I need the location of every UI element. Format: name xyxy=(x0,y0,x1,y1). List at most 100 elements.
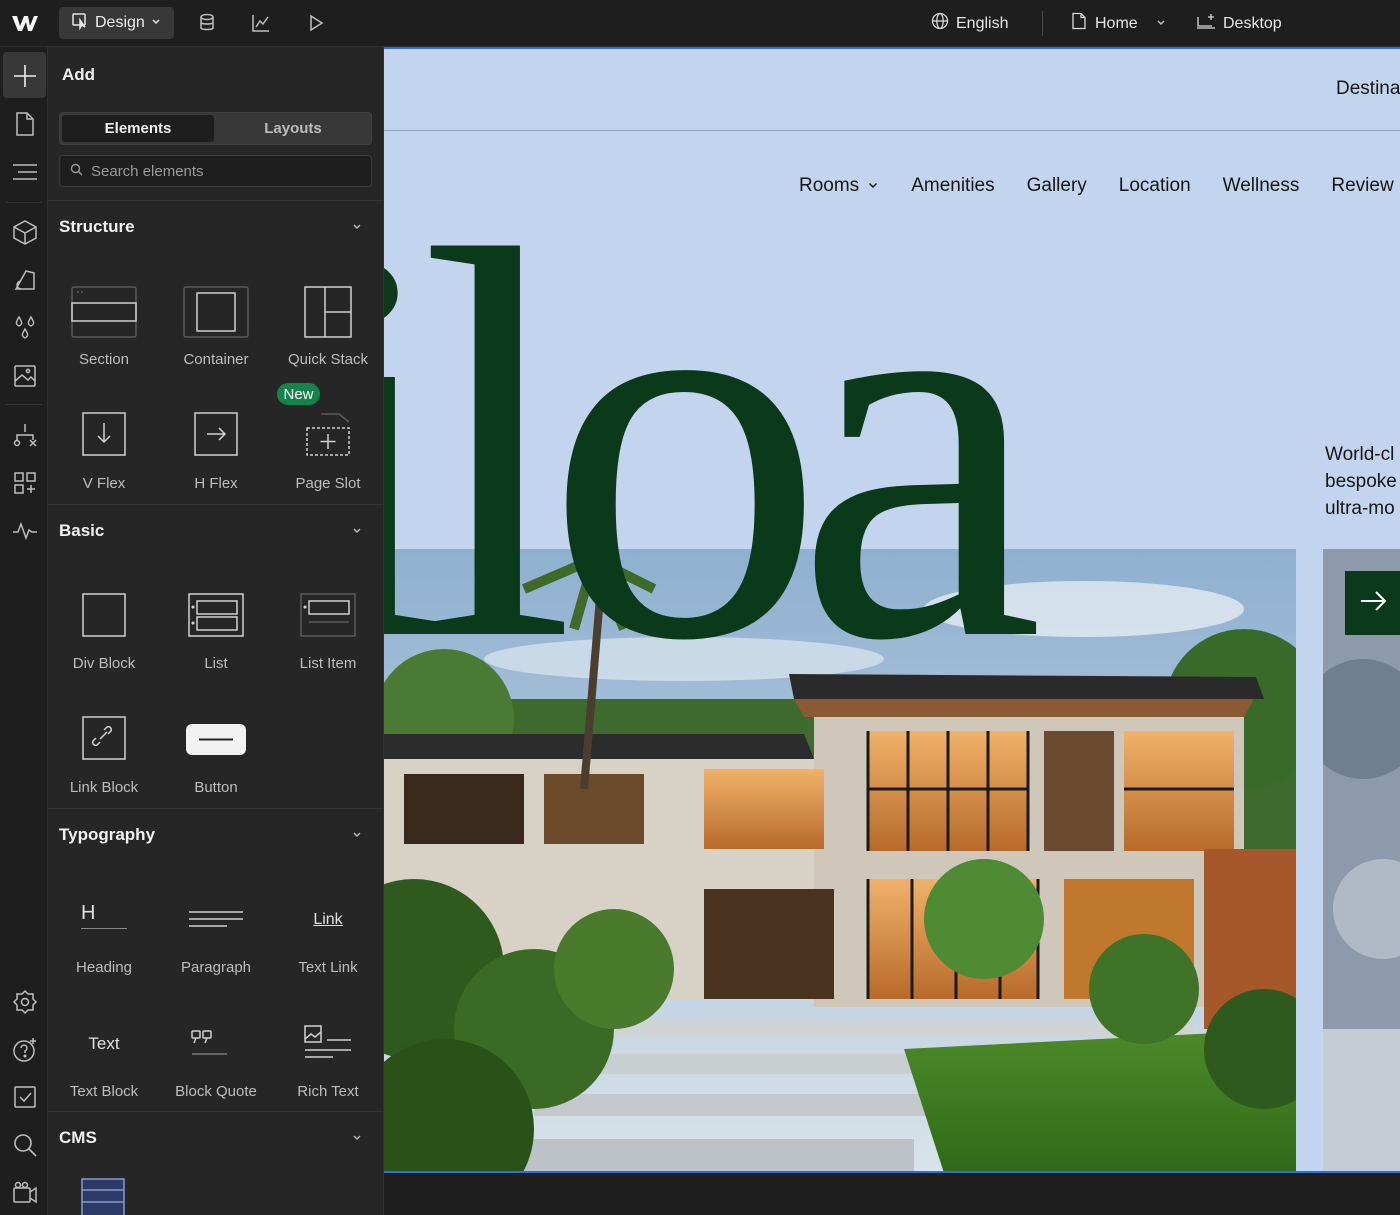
element-container[interactable]: Container xyxy=(160,259,272,383)
list-icon xyxy=(181,585,251,647)
tab-layouts[interactable]: Layouts xyxy=(216,115,370,142)
search-input[interactable] xyxy=(91,162,361,180)
settings-gear-icon[interactable] xyxy=(12,989,38,1015)
search-icon[interactable] xyxy=(12,1132,38,1158)
nav-item-location[interactable]: Location xyxy=(1119,175,1191,197)
element-link-block[interactable]: Link Block xyxy=(48,687,160,811)
list-item-icon xyxy=(293,585,363,647)
preview-play-icon[interactable] xyxy=(305,12,327,34)
webflow-logo-icon[interactable] xyxy=(11,12,39,34)
element-quick-stack[interactable]: Quick Stack xyxy=(272,259,384,383)
language-selector[interactable]: English xyxy=(931,12,1008,35)
hero-wordmark-text: iloa xyxy=(384,136,1040,649)
chevron-down-icon xyxy=(1156,15,1166,33)
element-label: List Item xyxy=(299,655,357,672)
section-cms-header[interactable]: CMS xyxy=(48,1111,384,1163)
element-label: Container xyxy=(183,351,249,368)
globe-icon xyxy=(931,12,949,35)
element-list-item[interactable]: List Item xyxy=(272,563,384,687)
element-label: Heading xyxy=(76,959,132,976)
cursor-select-icon xyxy=(71,12,89,35)
search-box xyxy=(59,155,372,187)
element-heading[interactable]: H Heading xyxy=(48,867,160,991)
add-plus-icon[interactable] xyxy=(12,63,38,89)
secondary-photo xyxy=(1323,549,1400,1171)
desktop-icon xyxy=(1196,12,1216,35)
element-label: V Flex xyxy=(82,475,126,492)
section-typography-header[interactable]: Typography xyxy=(48,808,384,860)
element-label: Text Block xyxy=(69,1083,139,1100)
nav-item-reviews[interactable]: Review xyxy=(1331,175,1393,197)
breakpoint-selector[interactable]: Desktop xyxy=(1196,12,1282,35)
add-panel: Add Elements Layouts Structure Section C… xyxy=(48,47,384,1215)
element-label: Link Block xyxy=(69,779,139,796)
left-toolbar xyxy=(0,47,48,1215)
navigator-icon[interactable] xyxy=(12,159,38,185)
divider xyxy=(6,404,42,405)
element-label: Quick Stack xyxy=(287,351,369,368)
element-list[interactable]: List xyxy=(160,563,272,687)
next-slide-button[interactable] xyxy=(1345,571,1400,635)
search-icon xyxy=(70,163,83,180)
element-paragraph[interactable]: Paragraph xyxy=(160,867,272,991)
text-block-icon: Text xyxy=(69,1013,139,1075)
section-title: Basic xyxy=(59,521,105,540)
design-mode-button[interactable]: Design xyxy=(59,7,174,39)
assets-image-icon[interactable] xyxy=(12,363,38,389)
panel-title: Add xyxy=(62,65,96,84)
variables-drops-icon[interactable] xyxy=(12,315,38,341)
text-line: World-cl xyxy=(1325,444,1395,465)
paragraph-icon xyxy=(181,889,251,951)
element-label: List xyxy=(204,655,228,672)
element-label: Rich Text xyxy=(297,1083,359,1100)
apps-grid-icon[interactable] xyxy=(12,470,38,496)
site-top-link[interactable]: Destina xyxy=(1336,78,1400,100)
section-basic-header[interactable]: Basic xyxy=(48,504,384,556)
analytics-icon[interactable] xyxy=(250,12,272,34)
new-badge: New xyxy=(277,383,320,405)
page-label: Home xyxy=(1095,14,1138,32)
hero-description: World-cl bespoke ultra-mo xyxy=(1325,441,1397,522)
element-block-quote[interactable]: Block Quote xyxy=(160,991,272,1115)
section-title: CMS xyxy=(59,1128,97,1147)
element-label: Section xyxy=(78,351,130,368)
tab-elements[interactable]: Elements xyxy=(62,115,214,142)
design-canvas[interactable]: Destina Rooms Amenities Gallery Location… xyxy=(384,47,1400,1215)
element-label: Block Quote xyxy=(175,1083,257,1100)
element-button[interactable]: Button xyxy=(160,687,272,811)
element-text-block[interactable]: Text Text Block xyxy=(48,991,160,1115)
webflow-designer: Design English Home Desktop Add Elements… xyxy=(0,0,1400,1215)
activity-pulse-icon[interactable] xyxy=(12,518,38,544)
arrow-right-icon xyxy=(1358,586,1388,621)
element-section[interactable]: Section xyxy=(48,259,160,383)
page-icon xyxy=(1071,12,1087,35)
element-rich-text[interactable]: Rich Text xyxy=(272,991,384,1115)
database-icon[interactable] xyxy=(196,12,218,34)
section-title: Typography xyxy=(59,825,156,844)
element-v-flex[interactable]: V Flex xyxy=(48,383,160,507)
container-icon xyxy=(181,281,251,343)
element-h-flex[interactable]: H Flex xyxy=(160,383,272,507)
style-selectors-icon[interactable] xyxy=(12,267,38,293)
heading-icon: H xyxy=(69,889,139,951)
help-question-icon[interactable] xyxy=(12,1037,38,1063)
mode-label: Design xyxy=(95,14,145,31)
nav-item-wellness[interactable]: Wellness xyxy=(1223,175,1300,197)
text-link-icon: Link xyxy=(293,889,363,951)
chevron-down-icon xyxy=(350,1130,364,1144)
chevron-down-icon xyxy=(350,523,364,537)
page-selector[interactable]: Home xyxy=(1071,12,1166,35)
element-div-block[interactable]: Div Block xyxy=(48,563,160,687)
video-tutorial-icon[interactable] xyxy=(12,1180,38,1206)
element-text-link[interactable]: Link Text Link xyxy=(272,867,384,991)
collection-list-icon[interactable] xyxy=(81,1178,125,1215)
quote-icon xyxy=(181,1013,251,1075)
section-title: Structure xyxy=(59,217,135,236)
section-structure-header[interactable]: Structure xyxy=(48,200,384,252)
pages-icon[interactable] xyxy=(12,111,38,137)
logic-flow-icon[interactable] xyxy=(12,422,38,448)
h-flex-icon xyxy=(181,405,251,467)
divider xyxy=(1042,11,1043,36)
checklist-icon[interactable] xyxy=(12,1084,38,1110)
components-cube-icon[interactable] xyxy=(12,219,38,245)
